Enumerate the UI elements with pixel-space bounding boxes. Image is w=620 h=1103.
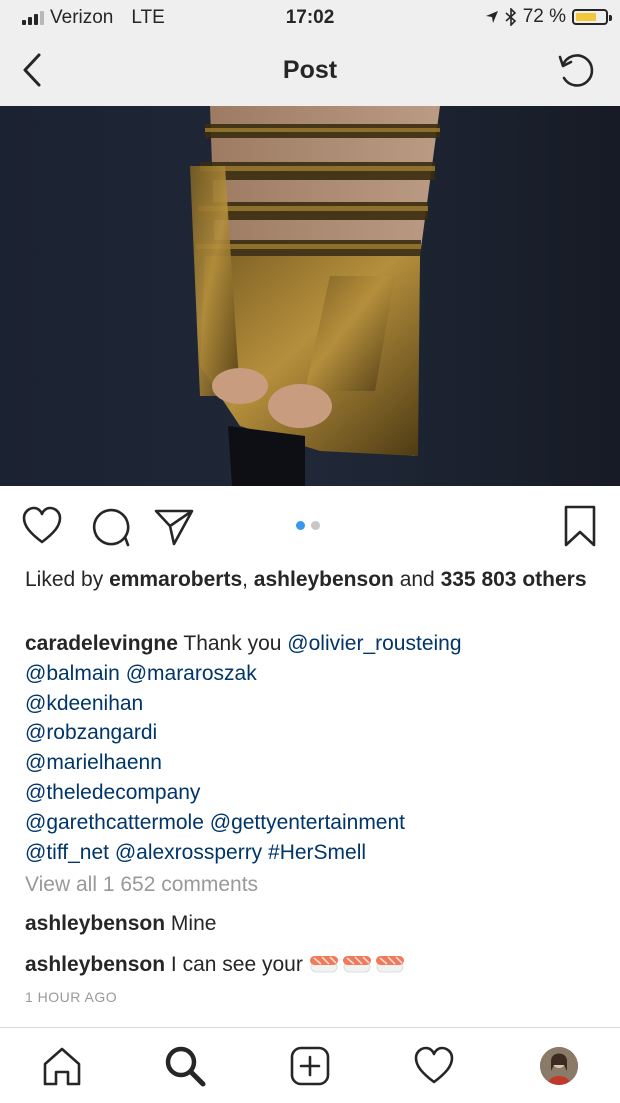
- photo-illustration: [0, 106, 620, 486]
- caption-tag[interactable]: @olivier_rousteing: [287, 632, 461, 655]
- refresh-icon[interactable]: [554, 48, 598, 92]
- caption-tag[interactable]: @mararoszak: [126, 662, 257, 685]
- caption-author[interactable]: caradelevingne: [25, 632, 178, 655]
- comment: ashleybenson I can see your: [25, 950, 405, 977]
- comment: ashleybenson Mine: [25, 912, 216, 936]
- post-photo[interactable]: [0, 106, 620, 486]
- comment-text: I can see your: [170, 953, 303, 976]
- post-caption: caradelevingne Thank you @olivier_rouste…: [25, 629, 610, 867]
- caption-text: Thank you: [183, 632, 282, 655]
- battery-icon: [572, 9, 612, 25]
- activity-heart-icon[interactable]: [412, 1044, 456, 1088]
- post-timestamp: 1 HOUR AGO: [25, 989, 118, 1005]
- view-all-comments[interactable]: View all 1 652 comments: [25, 873, 258, 897]
- comment-icon[interactable]: [88, 504, 132, 548]
- caption-tag[interactable]: @balmain: [25, 662, 120, 685]
- caption-tag[interactable]: @theledecompany: [25, 781, 200, 804]
- post-actions: [0, 486, 620, 566]
- caption-tag[interactable]: @gettyentertainment: [210, 811, 405, 834]
- caption-tag[interactable]: @alexrossperry: [115, 841, 262, 864]
- likes-separator: ,: [242, 568, 254, 591]
- bookmark-icon[interactable]: [558, 504, 602, 548]
- status-right: 72 %: [485, 6, 612, 28]
- likes-prefix: Liked by: [25, 568, 110, 591]
- carousel-dot: [311, 521, 320, 530]
- comment-author[interactable]: ashleybenson: [25, 912, 165, 935]
- bluetooth-icon: [505, 8, 516, 26]
- likes-and: and: [393, 568, 441, 591]
- carousel-indicator: [296, 521, 320, 530]
- caption-hashtag[interactable]: #HerSmell: [268, 841, 366, 864]
- home-icon[interactable]: [40, 1044, 84, 1088]
- caption-tag[interactable]: @marielhaenn: [25, 751, 162, 774]
- add-post-icon[interactable]: [288, 1044, 332, 1088]
- tab-bar: [0, 1027, 620, 1103]
- nav-bar: Post: [0, 36, 620, 106]
- share-icon[interactable]: [152, 504, 196, 548]
- status-bar: Verizon LTE 17:02 72 %: [0, 0, 620, 36]
- caption-tag[interactable]: @robzangardi: [25, 721, 157, 744]
- caption-tag[interactable]: @garethcattermole: [25, 811, 204, 834]
- liker-link[interactable]: emmaroberts: [109, 568, 242, 591]
- search-icon[interactable]: [163, 1044, 207, 1088]
- carousel-dot: [296, 521, 305, 530]
- liker-link[interactable]: ashleybenson: [254, 568, 394, 591]
- page-title: Post: [282, 56, 338, 84]
- caption-tag[interactable]: @tiff_net: [25, 841, 109, 864]
- likes-count[interactable]: 335 803: [441, 568, 517, 591]
- profile-avatar[interactable]: [540, 1047, 578, 1085]
- caption-tag[interactable]: @kdeenihan: [25, 692, 143, 715]
- sushi-emoji-icon: [309, 956, 404, 973]
- comment-text: Mine: [170, 912, 217, 935]
- comment-author[interactable]: ashleybenson: [25, 953, 165, 976]
- likes-summary: Liked by emmaroberts, ashleybenson and 3…: [25, 566, 605, 593]
- battery-percent: 72 %: [522, 6, 566, 27]
- location-icon: [485, 11, 498, 23]
- likes-others[interactable]: others: [522, 568, 586, 591]
- avatar-image: [540, 1047, 578, 1085]
- heart-icon[interactable]: [20, 504, 64, 548]
